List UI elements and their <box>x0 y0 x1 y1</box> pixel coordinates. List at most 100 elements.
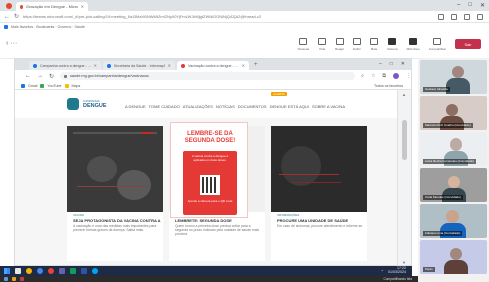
outer-bookmarks-bar: Mais favoritos · Bookmarks · Governo · S… <box>0 23 489 31</box>
star-icon[interactable]: ☆ <box>371 73 375 79</box>
card-title[interactable]: LEMBRETE: SEGUNDA DOSE <box>175 218 263 223</box>
menu-icon[interactable] <box>477 13 483 20</box>
leave-button[interactable]: Sair <box>455 39 481 49</box>
tray-date: 01/03/2024 <box>388 270 406 274</box>
file-explorer-icon[interactable] <box>26 268 32 274</box>
app-icon[interactable] <box>48 268 54 274</box>
view-button[interactable]: Exibir <box>352 38 361 51</box>
camera-button[interactable]: Câmera <box>387 38 398 51</box>
reactions-button[interactable]: Reagir <box>335 38 344 51</box>
scrollbar-thumb[interactable] <box>402 120 407 160</box>
qr-code[interactable] <box>200 175 220 195</box>
all-bookmarks-link[interactable]: Todos os favoritos <box>374 84 403 88</box>
word-icon[interactable] <box>81 268 87 274</box>
site-logo[interactable]: CAMPANHA DENGUE <box>67 98 107 110</box>
windows-start-icon[interactable] <box>4 268 10 274</box>
scroll-down-icon[interactable]: ▼ <box>402 260 406 265</box>
brand-title: DENGUE <box>83 103 107 109</box>
teams-icon[interactable] <box>59 268 65 274</box>
close-tab-icon[interactable]: ✕ <box>242 63 245 68</box>
minimize-icon[interactable]: – <box>457 2 460 9</box>
app-icon[interactable] <box>20 277 24 281</box>
nav-link[interactable]: DOCUMENTOS <box>238 104 267 109</box>
participants-panel: Gustavo Almeida Marcela Diniz Coelho (Co… <box>418 58 489 282</box>
menu-icon[interactable]: ⋮ <box>406 73 411 79</box>
inner-scrollbar[interactable]: ▲ ▼ <box>397 90 411 265</box>
back-icon[interactable]: ← <box>25 73 31 79</box>
participant-tile[interactable]: Fabiana Lima (Convidado) <box>420 204 487 238</box>
minimize-icon[interactable]: – <box>379 61 382 67</box>
participant-face <box>450 138 462 151</box>
bookmark-item[interactable]: YouTube <box>47 84 61 88</box>
more-button[interactable]: Mais <box>369 38 378 51</box>
extensions-icon[interactable]: ⧉ <box>382 73 386 79</box>
nav-link[interactable]: SOBRE A VACINA <box>312 104 345 109</box>
bookmark-item[interactable]: Gmail <box>28 84 37 88</box>
close-tab-icon[interactable]: ✕ <box>168 63 171 68</box>
share-button[interactable]: Compartilhar <box>429 38 446 51</box>
nav-link[interactable]: DENGUE ESTÁ AQUI <box>270 104 309 109</box>
meeting-back-button[interactable]: ‹ ··· <box>6 40 17 47</box>
tray-clock[interactable]: 17:22 01/03/2024 <box>388 267 406 274</box>
banner-headline-line2: SEGUNDA DOSE! <box>184 138 236 144</box>
second-dose-banner[interactable]: LEMBRE-SE DA SEGUNDA DOSE! A vacina cont… <box>170 122 248 218</box>
card-video-thumbnail[interactable] <box>271 126 367 212</box>
maximize-icon[interactable]: □ <box>468 2 472 9</box>
inner-tab[interactable]: Campanha contra a dengue - ... ✕ <box>29 61 101 70</box>
inner-tab-active[interactable]: Vacinação contra a dengue - ... ✕ <box>177 61 249 70</box>
zoom-icon[interactable]: ⌕ <box>361 73 364 79</box>
star-icon[interactable] <box>438 13 444 20</box>
nav-link[interactable]: NOTÍCIAS <box>216 104 235 109</box>
participant-tile[interactable]: Gustavo Almeida <box>420 60 487 94</box>
card-title[interactable]: PROCURE UMA UNIDADE DE SAÚDE <box>277 218 365 223</box>
close-window-icon[interactable]: ✕ <box>480 2 485 9</box>
new-tab-icon[interactable]: + <box>254 62 258 68</box>
participant-tile[interactable]: Marcela Diniz Coelho (Convidado) <box>420 96 487 130</box>
card-video-thumbnail[interactable] <box>67 126 163 212</box>
maximize-icon[interactable]: □ <box>390 61 393 67</box>
card-tag: INFORMAÇÕES <box>277 213 300 217</box>
extensions-icon[interactable] <box>451 13 457 20</box>
participant-tile[interactable]: Paulo <box>420 240 487 274</box>
reload-icon[interactable]: ↻ <box>49 73 54 80</box>
news-card[interactable]: INFORMAÇÕES PROCURE UMA UNIDADE DE SAÚDE… <box>271 126 367 261</box>
scroll-up-icon[interactable]: ▲ <box>402 92 406 97</box>
app-icon[interactable] <box>12 277 16 281</box>
close-window-icon[interactable]: ✕ <box>401 61 405 67</box>
people-button[interactable]: Pessoas <box>298 38 309 51</box>
chrome-icon[interactable] <box>37 268 43 274</box>
app-icon[interactable] <box>4 277 8 281</box>
forward-icon[interactable]: → <box>37 73 43 79</box>
search-icon[interactable] <box>15 268 21 274</box>
participant-tile[interactable]: Luiza Rocha Fernandes (Convidado) <box>420 132 487 166</box>
news-card[interactable]: VACINA SEJA PROTAGONISTA DA VACINA CONTR… <box>67 126 163 261</box>
window-controls: – □ ✕ <box>457 2 485 9</box>
card-title[interactable]: SEJA PROTAGONISTA DA VACINA CONTRA A DEN… <box>73 218 161 223</box>
close-tab-icon[interactable]: ✕ <box>81 4 84 9</box>
profile-avatar[interactable] <box>393 73 399 79</box>
participant-tile[interactable]: Carla Mendes (Convidado) <box>420 168 487 202</box>
nav-link[interactable]: TOME CUIDADO <box>149 104 180 109</box>
back-icon[interactable]: ← <box>4 14 10 20</box>
nav-link[interactable]: ATUALIZAÇÕES <box>183 104 213 109</box>
wifi-icon[interactable]: ⌃ <box>381 269 384 274</box>
alert-tag[interactable]: ALERTA <box>271 92 287 96</box>
maps-icon <box>64 83 69 88</box>
outer-url-field[interactable]: https://teams.microsoft.com/_#/pre-join-… <box>23 14 353 19</box>
excel-icon[interactable] <box>70 268 76 274</box>
outer-bookmarks-text[interactable]: Mais favoritos · Bookmarks · Governo · S… <box>11 25 85 29</box>
mic-icon <box>409 38 418 45</box>
edge-icon[interactable] <box>92 268 98 274</box>
nav-link[interactable]: A DENGUE <box>125 104 146 109</box>
bookmark-item[interactable]: Maps <box>72 84 81 88</box>
reload-icon[interactable]: ↻ <box>14 13 19 20</box>
omnibox[interactable]: saude.mg.gov.br/campanha/dengue/vacinaca… <box>60 72 356 80</box>
chat-button[interactable]: Chat <box>318 38 327 51</box>
participant-face <box>448 176 460 188</box>
mic-button[interactable]: Microfone <box>407 38 420 51</box>
outer-tab[interactable]: Gravação em Dengue - Microsoft Teams ✕ <box>16 2 88 11</box>
inner-tab[interactable]: Secretaria da Saúde - Informações ✕ <box>103 61 175 70</box>
gmail-icon <box>21 83 25 88</box>
close-tab-icon[interactable]: ✕ <box>94 63 97 68</box>
profile-icon[interactable] <box>464 13 470 20</box>
